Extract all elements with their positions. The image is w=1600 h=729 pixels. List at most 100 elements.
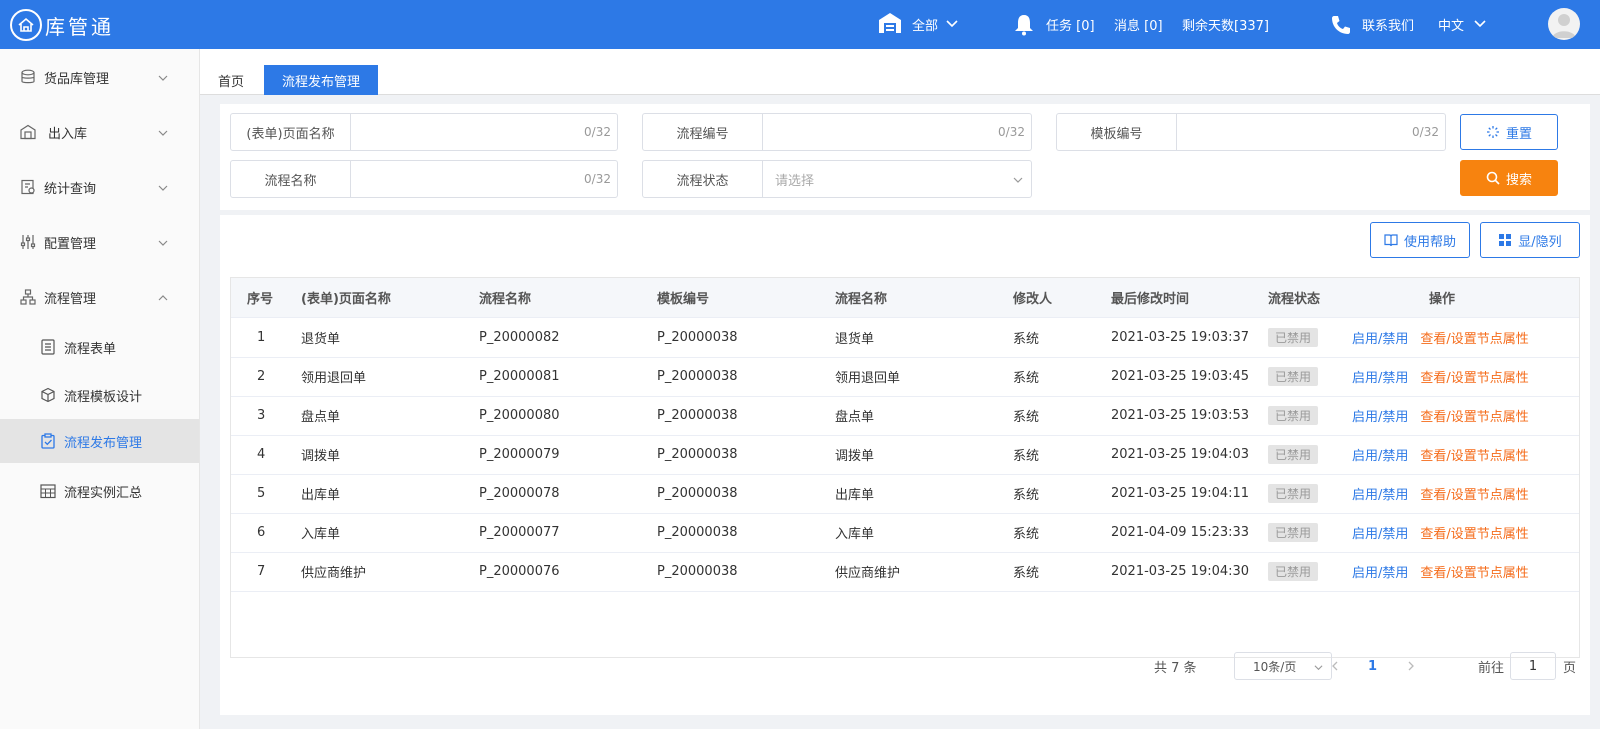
chevron-down-icon [1314, 661, 1323, 671]
flow-name-input[interactable] [351, 161, 573, 197]
grid-icon [1499, 234, 1512, 246]
sidebar-sub-label: 流程模板设计 [64, 389, 143, 405]
cell-actions: 启用/禁用 查看/设置节点属性 [1352, 396, 1529, 435]
cell-flow-code: P_20000076 [479, 564, 560, 579]
cell-flow-name: 入库单 [835, 527, 875, 542]
app-logo[interactable]: 库管通 [10, 9, 114, 41]
chevron-down-icon [158, 72, 168, 82]
cell-template-code: P_20000038 [657, 486, 738, 501]
page-unit-label: 页 [1563, 660, 1577, 676]
node-settings-link[interactable]: 查看/设置节点属性 [1420, 406, 1528, 425]
help-button[interactable]: 使用帮助 [1370, 222, 1470, 258]
cell-actions: 启用/禁用 查看/设置节点属性 [1352, 318, 1529, 357]
house-logo-icon [10, 9, 42, 41]
next-page-button[interactable] [1406, 652, 1416, 680]
cell-page-name: 调拨单 [301, 449, 341, 464]
status-badge: 已禁用 [1268, 445, 1319, 464]
toggle-columns-button[interactable]: 显/隐列 [1480, 222, 1580, 258]
table-row: 7 供应商维护 P_20000076 P_20000038 供应商维护 系统 2021-03… [231, 552, 1579, 592]
enable-disable-link[interactable]: 启用/禁用 [1352, 445, 1408, 464]
sidebar-item-goods[interactable]: 货品库管理 [0, 53, 199, 101]
remaining-days: 剩余天数[337] [1182, 19, 1269, 34]
column-header: 流程名称 [479, 292, 532, 307]
scope-label: 全部 [912, 19, 939, 34]
enable-disable-link[interactable]: 启用/禁用 [1352, 328, 1408, 347]
char-counter: 0/32 [584, 125, 611, 139]
flow-status-select[interactable]: 流程状态 请选择 [642, 160, 1032, 198]
page-size-select[interactable]: 10条/页 [1234, 652, 1332, 680]
node-settings-link[interactable]: 查看/设置节点属性 [1420, 367, 1528, 386]
sidebar-sub-instance-summary[interactable]: 流程实例汇总 [0, 469, 199, 513]
select-placeholder: 请选择 [775, 173, 815, 189]
task-link[interactable]: 任务 [0] [1046, 0, 1095, 49]
cell-modifier: 系统 [1013, 449, 1040, 464]
bell-icon[interactable] [1014, 0, 1034, 49]
template-code-input[interactable] [1177, 114, 1401, 150]
sidebar-sub-publish-management[interactable]: 流程发布管理 [0, 419, 199, 463]
field-label: 模板编号 [1057, 114, 1177, 150]
cell-actions: 启用/禁用 查看/设置节点属性 [1352, 552, 1529, 591]
enable-disable-link[interactable]: 启用/禁用 [1352, 523, 1408, 542]
column-header: 操作 [1429, 292, 1456, 307]
chevron-down-icon [158, 182, 168, 192]
cell-modifier: 系统 [1013, 566, 1040, 581]
enable-disable-link[interactable]: 启用/禁用 [1352, 484, 1408, 503]
cell-flow-code: P_20000077 [479, 525, 560, 540]
sidebar-item-config[interactable]: 配置管理 [0, 218, 199, 266]
cell-page-name: 入库单 [301, 527, 341, 542]
page-name-input[interactable] [351, 114, 573, 150]
cell-modifier: 系统 [1013, 527, 1040, 542]
node-settings-link[interactable]: 查看/设置节点属性 [1420, 523, 1528, 542]
cell-status: 已禁用 [1268, 435, 1319, 474]
chevron-down-icon [158, 127, 168, 137]
cell-modified-time: 2021-03-25 19:04:11 [1111, 486, 1250, 501]
sidebar-sub-template-design[interactable]: 流程模板设计 [0, 373, 199, 417]
cell-flow-code: P_20000079 [479, 447, 560, 462]
search-label: 搜索 [1505, 172, 1532, 188]
sidebar-item-inout[interactable]: 出入库 [0, 108, 199, 156]
page-number-current[interactable]: 1 [1368, 652, 1377, 680]
flow-code-input[interactable] [763, 114, 987, 150]
chevron-up-icon [158, 292, 168, 302]
node-settings-link[interactable]: 查看/设置节点属性 [1420, 445, 1528, 464]
avatar[interactable] [1548, 8, 1580, 40]
enable-disable-link[interactable]: 启用/禁用 [1352, 562, 1408, 581]
cell-status: 已禁用 [1268, 513, 1319, 552]
enable-disable-link[interactable]: 启用/禁用 [1352, 406, 1408, 425]
chevron-down-icon [1013, 174, 1023, 184]
search-button[interactable]: 搜索 [1460, 160, 1558, 196]
contact-us-link[interactable]: 联系我们 [1362, 0, 1414, 49]
node-settings-link[interactable]: 查看/设置节点属性 [1420, 484, 1528, 503]
message-link[interactable]: 消息 [0] [1114, 0, 1163, 49]
char-counter: 0/32 [584, 172, 611, 186]
column-header: 最后修改时间 [1111, 292, 1190, 307]
enable-disable-link[interactable]: 启用/禁用 [1352, 367, 1408, 386]
chevron-down-icon [946, 17, 958, 32]
database-icon [20, 69, 36, 85]
node-settings-link[interactable]: 查看/设置节点属性 [1420, 328, 1528, 347]
table-row: 4 调拨单 P_20000079 P_20000038 调拨单 系统 2021-03-25 … [231, 435, 1579, 475]
status-badge: 已禁用 [1268, 523, 1319, 542]
sidebar-sub-flow-form[interactable]: 流程表单 [0, 325, 199, 369]
cell-modifier: 系统 [1013, 410, 1040, 425]
calendar-grid-icon [40, 483, 56, 499]
tab-publish-management[interactable]: 流程发布管理 [264, 65, 378, 95]
tab-home[interactable]: 首页 [210, 65, 252, 95]
goto-page-input[interactable]: 1 [1510, 652, 1556, 680]
column-header: 流程名称 [835, 292, 888, 307]
reset-icon [1486, 126, 1499, 138]
goto-label: 前往 [1478, 660, 1505, 676]
node-settings-link[interactable]: 查看/设置节点属性 [1420, 562, 1528, 581]
prev-page-button[interactable] [1330, 652, 1340, 680]
reset-button[interactable]: 重置 [1460, 114, 1558, 150]
table-panel: 使用帮助 显/隐列 序号 (表单)页面名称 流程名称 模板编号 流程名称 修改人… [220, 215, 1590, 715]
book-icon [1384, 234, 1398, 247]
language-selector[interactable]: 中文 [1438, 0, 1486, 49]
sidebar-item-stats[interactable]: 统计查询 [0, 163, 199, 211]
cell-index: 5 [257, 486, 266, 501]
sidebar-item-flow[interactable]: 流程管理 [0, 273, 199, 321]
scope-selector[interactable]: 全部 [878, 0, 958, 49]
filter-panel: (表单)页面名称 0/32 流程编号 0/32 模板编号 0/32 重置 流程名… [220, 104, 1590, 210]
table-row: 6 入库单 P_20000077 P_20000038 入库单 系统 2021-04-09 … [231, 513, 1579, 553]
tabs-bar: 首页 流程发布管理 [200, 49, 1600, 95]
